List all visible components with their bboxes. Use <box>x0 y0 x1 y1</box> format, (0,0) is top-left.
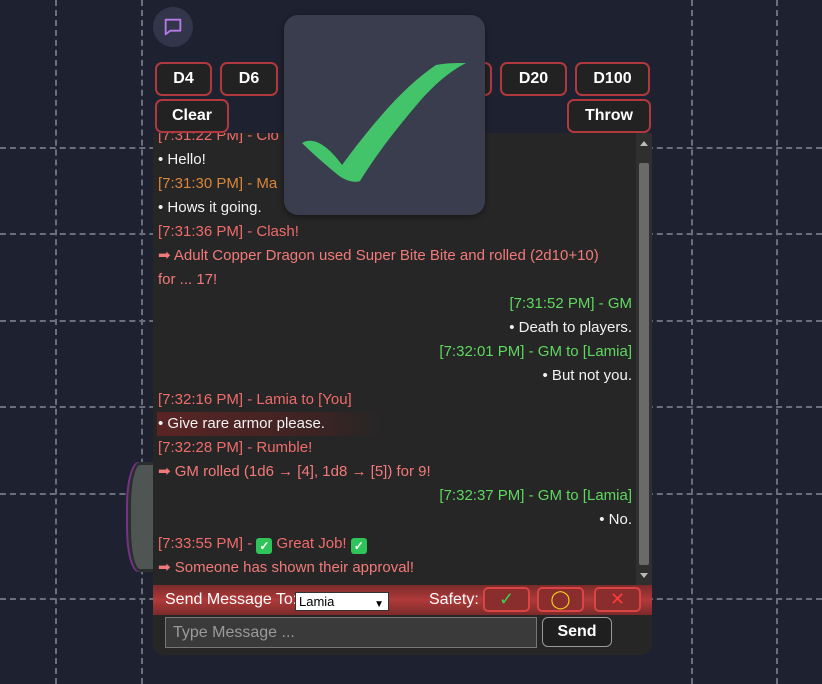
chat-toggle-button[interactable] <box>153 7 193 47</box>
safety-label: Safety: <box>429 591 479 608</box>
d20-label: D20 <box>518 70 549 87</box>
grid-line <box>55 0 57 684</box>
check-mark-icon: ✓ <box>350 538 367 554</box>
clear-button[interactable]: Clear <box>155 99 229 133</box>
safety-green-icon: ✓ <box>498 589 515 609</box>
scroll-up-arrow-icon[interactable] <box>640 141 648 146</box>
safety-yellow-button[interactable]: ◯ <box>537 587 584 612</box>
recipient-value: Lamia <box>299 594 335 609</box>
check-mark-icon: ✓ <box>256 538 273 554</box>
approval-timestamp: [7:33:55 PM] - <box>158 535 257 552</box>
chat-message-body: • No. <box>599 511 632 528</box>
roll-result: for ... 17! <box>158 271 218 288</box>
chat-message-header: [7:31:36 PM] - Clash! <box>158 223 299 240</box>
d6-label: D6 <box>238 70 260 87</box>
send-to-label: Send Message To: <box>165 591 298 608</box>
whisper-message-body: • Give rare armor please. <box>157 412 382 436</box>
safety-green-button[interactable]: ✓ <box>483 587 530 612</box>
safety-red-icon: ✕ <box>609 589 626 609</box>
d6-button[interactable]: D6 <box>220 62 278 96</box>
chat-message-header: [7:32:37 PM] - GM to [Lamia] <box>439 487 632 504</box>
chat-message-header: [7:32:01 PM] - GM to [Lamia] <box>439 343 632 360</box>
scrollbar-thumb[interactable] <box>639 163 649 565</box>
roll-result: ➡ Adult Copper Dragon used Super Bite Bi… <box>158 247 599 264</box>
chat-message-body: • But not you. <box>542 367 632 384</box>
chat-message-body: • Death to players. <box>509 319 632 336</box>
d4-label: D4 <box>173 70 194 87</box>
throw-label: Throw <box>585 107 633 124</box>
roll-result: ➡ GM rolled (1d6 → [4], 1d8 → [5]) for 9… <box>158 463 431 480</box>
chat-bubble-icon <box>164 18 182 36</box>
message-input[interactable]: Type Message ... <box>165 617 537 648</box>
safety-yellow-icon: ◯ <box>550 589 571 609</box>
approval-notice: ➡ Someone has shown their approval! <box>158 559 415 576</box>
scroll-down-arrow-icon[interactable] <box>640 573 648 578</box>
approval-message-header: [7:33:55 PM] - ✓ Great Job! ✓ <box>158 532 632 556</box>
clear-label: Clear <box>171 107 213 124</box>
grid-line <box>776 0 778 684</box>
d100-button[interactable]: D100 <box>575 62 650 96</box>
chevron-down-icon: ▼ <box>374 599 384 610</box>
d4-button[interactable]: D4 <box>155 62 212 96</box>
chat-message-header: [7:31:52 PM] - GM <box>509 295 632 312</box>
grid-line <box>691 0 693 684</box>
throw-button[interactable]: Throw <box>567 99 651 133</box>
checkmark-icon <box>302 63 466 182</box>
send-label: Send <box>557 623 597 640</box>
send-options-bar: Send Message To: Lamia ▼ Safety: ✓ ◯ ✕ <box>153 585 652 615</box>
message-placeholder: Type Message ... <box>173 624 295 641</box>
approval-overlay <box>284 15 485 215</box>
chat-message-header: [7:32:28 PM] - Rumble! <box>158 439 313 456</box>
recipient-select[interactable]: Lamia ▼ <box>295 592 389 611</box>
send-button[interactable]: Send <box>542 617 612 647</box>
safety-red-button[interactable]: ✕ <box>594 587 641 612</box>
d20-button[interactable]: D20 <box>500 62 567 96</box>
d100-label: D100 <box>593 70 632 87</box>
chat-scrollbar[interactable] <box>636 133 652 585</box>
grid-line <box>141 0 143 684</box>
approval-text: Great Job! <box>272 535 351 552</box>
chat-message-header: [7:32:16 PM] - Lamia to [You] <box>158 391 352 408</box>
